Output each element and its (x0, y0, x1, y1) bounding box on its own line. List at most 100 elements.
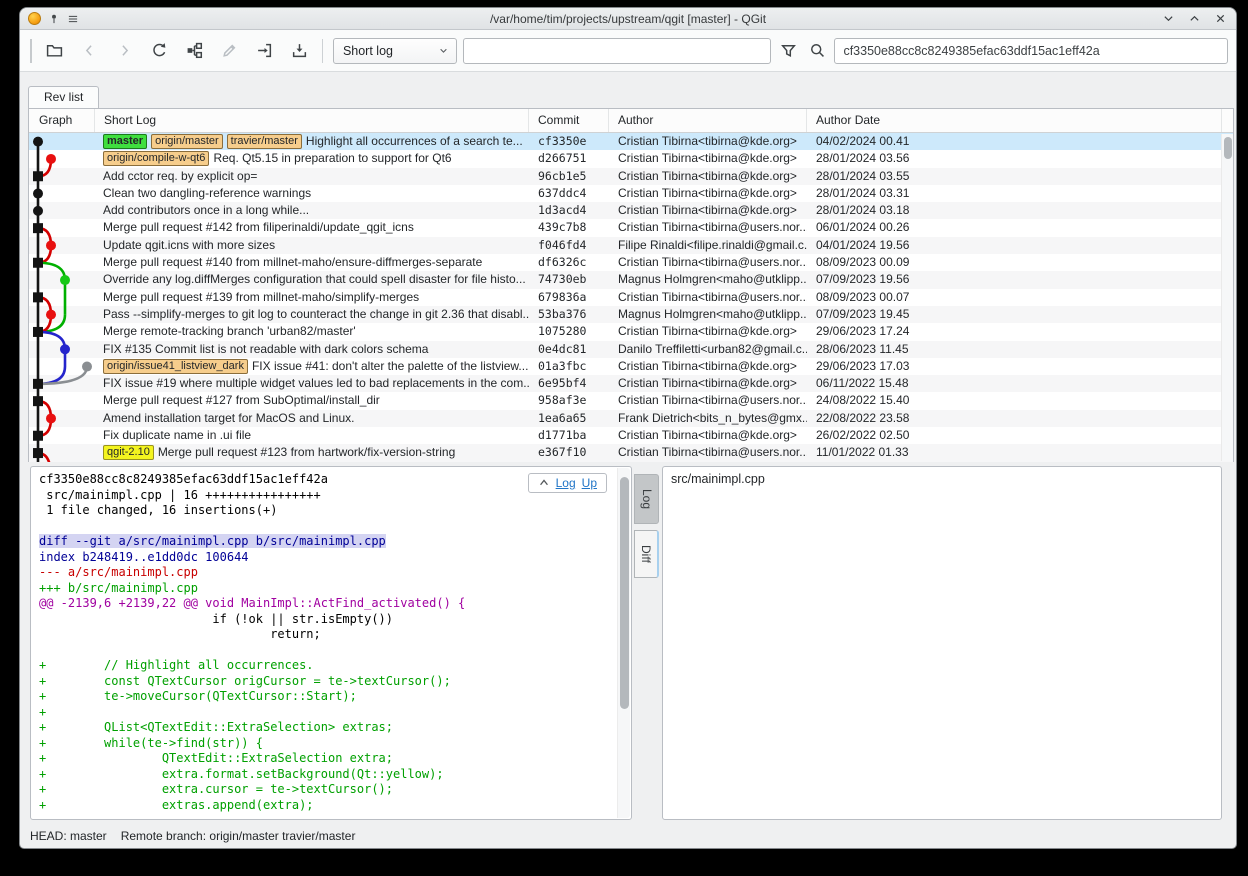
desktop-background: /var/home/tim/projects/upstream/qgit [ma… (0, 0, 1248, 876)
edit-button[interactable] (216, 38, 242, 64)
sha-input[interactable] (834, 38, 1228, 64)
author-cell: Cristian Tibirna<tibirna@kde.org> (609, 133, 807, 150)
toolbar-buttons (41, 38, 312, 64)
author-cell: Cristian Tibirna<tibirna@users.nor... (609, 392, 807, 409)
author-cell: Cristian Tibirna<tibirna@kde.org> (609, 358, 807, 375)
column-header-author[interactable]: Author (609, 109, 807, 132)
table-row[interactable]: Update qgit.icns with more sizesf046fd4F… (29, 237, 1233, 254)
log-link[interactable]: Log (556, 476, 576, 490)
table-row[interactable]: Add cctor req. by explicit op=96cb1e5Cri… (29, 168, 1233, 185)
table-row[interactable]: Merge pull request #139 from millnet-mah… (29, 289, 1233, 306)
commit-hash-cell: 439c7b8 (529, 219, 609, 236)
close-icon[interactable] (1215, 13, 1226, 24)
folder-open-button[interactable] (41, 38, 67, 64)
column-header-commit[interactable]: Commit (529, 109, 609, 132)
diff-line: + (39, 705, 615, 721)
table-row[interactable]: origin/issue41_listview_darkFIX issue #4… (29, 358, 1233, 375)
table-row[interactable]: FIX #135 Commit list is not readable wit… (29, 341, 1233, 358)
table-row[interactable]: masterorigin/mastertravier/masterHighlig… (29, 133, 1233, 150)
diff-line: + const QTextCursor origCursor = te->tex… (39, 674, 615, 690)
short-log-cell: Add cctor req. by explicit op= (95, 168, 529, 185)
author-date-cell: 08/09/2023 00.07 (807, 289, 1233, 306)
tab-bar: Rev list (28, 86, 99, 108)
graph-cell (29, 358, 95, 375)
table-row[interactable]: Merge pull request #140 from millnet-mah… (29, 254, 1233, 271)
side-tab-diff[interactable]: Diff (634, 530, 659, 578)
short-log-cell: Clean two dangling-reference warnings (95, 185, 529, 202)
author-cell: Danilo Treffiletti<urban82@gmail.c... (609, 341, 807, 358)
refresh-button[interactable] (146, 38, 172, 64)
diff-line: + extra.cursor = te->textCursor(); (39, 782, 615, 798)
author-cell: Magnus Holmgren<maho@utklipp... (609, 271, 807, 288)
find-button[interactable] (806, 38, 829, 64)
maximize-icon[interactable] (1189, 13, 1200, 24)
commit-hash-cell: 96cb1e5 (529, 168, 609, 185)
column-header-author-date[interactable]: Author Date (807, 109, 1222, 132)
graph-cell (29, 254, 95, 271)
up-link[interactable]: Up (582, 476, 597, 490)
table-row[interactable]: Merge remote-tracking branch 'urban82/ma… (29, 323, 1233, 340)
table-row[interactable]: Fix duplicate name in .ui filed1771baCri… (29, 427, 1233, 444)
diff-line: + te->moveCursor(QTextCursor::Start); (39, 689, 615, 705)
short-log-cell: Fix duplicate name in .ui file (95, 427, 529, 444)
table-row[interactable]: origin/compile-w-qt6Req. Qt5.15 in prepa… (29, 150, 1233, 167)
log-panel-scrollbar-thumb[interactable] (620, 477, 629, 709)
table-row[interactable]: Merge pull request #142 from filiperinal… (29, 219, 1233, 236)
folder-open-icon (46, 42, 63, 59)
commit-hash-cell: 1075280 (529, 323, 609, 340)
filter-button[interactable] (777, 38, 800, 64)
table-row[interactable]: qgit-2.10Merge pull request #123 from ha… (29, 444, 1233, 461)
column-header-short-log[interactable]: Short Log (95, 109, 529, 132)
table-row[interactable]: Amend installation target for MacOS and … (29, 410, 1233, 427)
rev-list-scrollbar-thumb[interactable] (1224, 137, 1232, 159)
table-row[interactable]: Pass --simplify-merges to git log to cou… (29, 306, 1233, 323)
author-cell: Cristian Tibirna<tibirna@kde.org> (609, 150, 807, 167)
commit-subject: Add cctor req. by explicit op= (103, 169, 257, 183)
commit-hash-cell: 6e95bf4 (529, 375, 609, 392)
diff-line: --- a/src/mainimpl.cpp (39, 565, 615, 581)
author-date-cell: 22/08/2022 23.58 (807, 410, 1233, 427)
graph-cell (29, 341, 95, 358)
diff-line: 1 file changed, 16 insertions(+) (39, 503, 615, 519)
chevron-right-icon (116, 42, 133, 59)
short-log-cell: Merge pull request #127 from SubOptimal/… (95, 392, 529, 409)
column-header-graph[interactable]: Graph (29, 109, 95, 132)
author-date-cell: 08/09/2023 00.09 (807, 254, 1233, 271)
graph-cell (29, 444, 95, 461)
commit-subject: Amend installation target for MacOS and … (103, 411, 354, 425)
log-view-select[interactable]: Short log (333, 38, 457, 64)
graph-cell (29, 427, 95, 444)
table-row[interactable]: Override any log.diffMerges configuratio… (29, 271, 1233, 288)
file-list-item[interactable]: src/mainimpl.cpp (671, 472, 1213, 486)
save-archive-button[interactable] (286, 38, 312, 64)
files-panel: src/mainimpl.cpp (662, 466, 1222, 820)
graph-cell (29, 392, 95, 409)
chevron-left-button[interactable] (76, 38, 102, 64)
table-row[interactable]: Clean two dangling-reference warnings637… (29, 185, 1233, 202)
status-head: HEAD: master (30, 829, 107, 843)
window-title: /var/home/tim/projects/upstream/qgit [ma… (20, 12, 1236, 26)
chevron-right-button[interactable] (111, 38, 137, 64)
table-row[interactable]: Add contributors once in a long while...… (29, 202, 1233, 219)
short-log-cell: Merge pull request #140 from millnet-mah… (95, 254, 529, 271)
rev-list-scrollbar[interactable] (1221, 134, 1233, 461)
tab-rev-list[interactable]: Rev list (28, 86, 99, 108)
apply-patch-button[interactable] (251, 38, 277, 64)
side-tab-log[interactable]: Log (634, 474, 659, 524)
remote-badge: origin/compile-w-qt6 (103, 151, 209, 166)
chevron-up-icon[interactable] (538, 477, 550, 489)
table-row[interactable]: Merge pull request #127 from SubOptimal/… (29, 392, 1233, 409)
commit-hash-cell: 1d3acd4 (529, 202, 609, 219)
titlebar[interactable]: /var/home/tim/projects/upstream/qgit [ma… (20, 8, 1236, 30)
short-log-cell: Pass --simplify-merges to git log to cou… (95, 306, 529, 323)
graph-cell (29, 237, 95, 254)
author-date-cell: 26/02/2022 02.50 (807, 427, 1233, 444)
commit-subject: Update qgit.icns with more sizes (103, 238, 275, 252)
table-row[interactable]: FIX issue #19 where multiple widget valu… (29, 375, 1233, 392)
log-panel-scrollbar[interactable] (617, 468, 630, 818)
toolbar-drag-handle[interactable] (30, 39, 32, 63)
branch-view-button[interactable] (181, 38, 207, 64)
short-log-cell: FIX #135 Commit list is not readable wit… (95, 341, 529, 358)
minimize-icon[interactable] (1163, 13, 1174, 24)
search-input[interactable] (463, 38, 772, 64)
